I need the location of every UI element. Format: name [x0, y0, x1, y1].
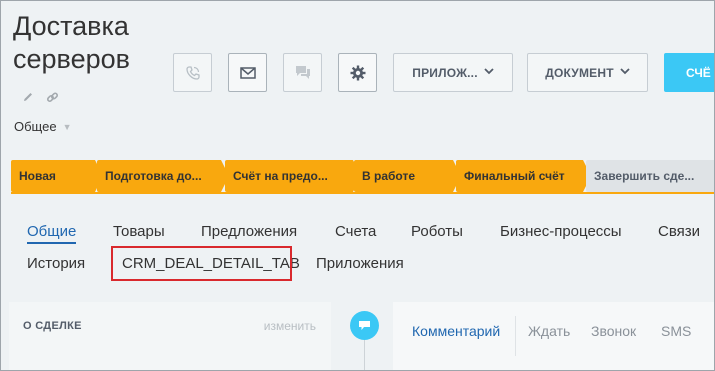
envelope-icon [239, 66, 256, 79]
about-deal-heading: О СДЕЛКЕ [23, 320, 82, 332]
timeline-line [364, 340, 365, 371]
stage-label: Подготовка до... [105, 169, 202, 183]
divider [515, 316, 516, 356]
chevron-down-icon [620, 67, 630, 78]
apps-dropdown-label: ПРИЛОЖ... [412, 65, 478, 80]
document-dropdown-label: ДОКУМЕНТ [545, 65, 614, 80]
category-label: Общее [14, 119, 57, 134]
pencil-icon[interactable] [22, 91, 36, 105]
stage-invoice-offer[interactable]: Счёт на предо... [225, 160, 361, 192]
activity-panel: Комментарий Ждать Звонок SMS [393, 302, 715, 371]
chat-icon [295, 66, 310, 79]
tab-general[interactable]: Общие [27, 223, 77, 244]
about-deal-panel: О СДЕЛКЕ изменить [9, 302, 331, 371]
invoice-button[interactable]: СЧЁ [664, 53, 715, 92]
tab-applications[interactable]: Приложения [316, 255, 404, 272]
timeline-comment-marker [350, 311, 379, 340]
activity-tab-sms[interactable]: SMS [661, 323, 691, 339]
title-actions [22, 91, 60, 105]
email-button[interactable] [228, 53, 267, 92]
stage-label: Завершить сде... [594, 169, 695, 183]
stage-finish-deal[interactable]: Завершить сде... [586, 160, 715, 192]
activity-tab-wait[interactable]: Ждать [528, 323, 570, 339]
comment-icon [359, 321, 370, 330]
stage-in-progress[interactable]: В работе [354, 160, 461, 192]
stage-label: Счёт на предо... [233, 169, 328, 183]
tab-robots[interactable]: Роботы [411, 223, 463, 240]
deal-title: Доставка серверов [13, 11, 130, 74]
chat-button[interactable] [283, 53, 322, 92]
stage-progress-line [11, 192, 715, 194]
tab-invoices[interactable]: Счета [335, 223, 376, 240]
invoice-button-label: СЧЁ [686, 65, 711, 80]
stage-final-invoice[interactable]: Финальный счёт [456, 160, 591, 192]
activity-tab-call[interactable]: Звонок [591, 323, 636, 339]
apps-dropdown-button[interactable]: ПРИЛОЖ... [393, 53, 513, 92]
stage-label: Новая [19, 169, 56, 183]
stage-preparation[interactable]: Подготовка до... [97, 160, 229, 192]
tab-offers[interactable]: Предложения [201, 223, 297, 240]
tab-history[interactable]: История [27, 255, 85, 272]
stage-bar: Новая Подготовка до... Счёт на предо... … [11, 160, 715, 194]
chevron-down-icon: ▼ [62, 121, 72, 132]
edit-link[interactable]: изменить [264, 319, 316, 333]
highlight-annotation [111, 246, 292, 281]
gear-icon [350, 65, 365, 80]
stage-label: В работе [362, 169, 415, 183]
chevron-down-icon [484, 67, 494, 78]
tab-business-processes[interactable]: Бизнес-процессы [500, 223, 622, 240]
phone-icon [185, 65, 200, 80]
document-dropdown-button[interactable]: ДОКУМЕНТ [527, 53, 648, 92]
category-selector[interactable]: Общее ▼ [14, 119, 72, 134]
activity-tab-comment[interactable]: Комментарий [412, 323, 500, 339]
tab-products[interactable]: Товары [113, 223, 165, 240]
call-button[interactable] [173, 53, 212, 92]
link-icon[interactable] [46, 91, 60, 105]
stage-new[interactable]: Новая [11, 160, 103, 192]
tab-links[interactable]: Связи [658, 223, 700, 240]
settings-button[interactable] [338, 53, 377, 92]
stage-label: Финальный счёт [464, 169, 565, 183]
